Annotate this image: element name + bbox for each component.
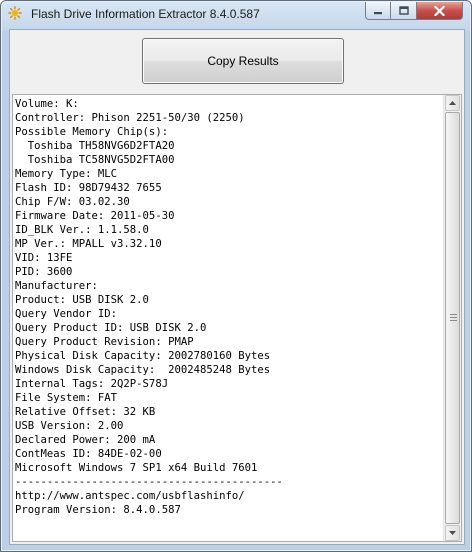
result-line: Query Product ID: USB DISK 2.0	[15, 322, 207, 334]
scroll-up-button[interactable]	[445, 95, 460, 111]
result-line: ContMeas ID: 84DE-02-00	[15, 448, 162, 460]
result-line: File System: FAT	[15, 392, 118, 404]
result-line: MP Ver.: MPALL v3.32.10	[15, 238, 162, 250]
scroll-down-button[interactable]	[445, 525, 460, 541]
app-icon[interactable]	[8, 6, 22, 20]
result-line: http://www.antspec.com/usbflashinfo/	[15, 490, 245, 502]
result-line: Microsoft Windows 7 SP1 x64 Build 7601	[15, 462, 258, 474]
result-line: VID: 13FE	[15, 252, 73, 264]
result-line: Manufacturer:	[15, 280, 98, 292]
title-bar[interactable]: Flash Drive Information Extractor 8.4.0.…	[1, 1, 471, 27]
result-line: Possible Memory Chip(s):	[15, 126, 169, 138]
app-window: Flash Drive Information Extractor 8.4.0.…	[0, 0, 472, 552]
result-line: USB Version: 2.00	[15, 420, 124, 432]
arrow-up-icon	[449, 101, 456, 105]
close-button[interactable]	[417, 2, 463, 20]
client-area: Copy Results Volume: K: Controller: Phiso…	[9, 29, 465, 545]
close-icon	[434, 5, 445, 16]
minimize-icon	[374, 11, 382, 14]
result-line: Firmware Date: 2011-05-30	[15, 210, 175, 222]
result-line: Windows Disk Capacity: 2002485248 Bytes	[15, 364, 271, 376]
copy-results-button[interactable]: Copy Results	[142, 38, 344, 84]
result-line: Declared Power: 200 mA	[15, 434, 156, 446]
thumb-grip-line	[450, 320, 457, 321]
scroll-thumb[interactable]	[445, 112, 460, 524]
result-line: Query Vendor ID:	[15, 308, 118, 320]
result-line: Toshiba TC58NVG5D2FTA00	[15, 154, 175, 166]
result-line: Volume: K:	[15, 98, 79, 110]
results-text[interactable]: Volume: K: Controller: Phison 2251-50/30 …	[15, 97, 443, 541]
maximize-icon	[398, 6, 409, 15]
thumb-grip-line	[450, 314, 457, 315]
results-textbox[interactable]: Volume: K: Controller: Phison 2251-50/30 …	[12, 94, 462, 542]
result-line: Relative Offset: 32 KB	[15, 406, 156, 418]
result-line: Memory Type: MLC	[15, 168, 118, 180]
result-line: Chip F/W: 03.02.30	[15, 196, 130, 208]
result-line: Controller: Phison 2251-50/30 (2250)	[15, 112, 245, 124]
result-line: Query Product Revision: PMAP	[15, 336, 194, 348]
result-line: Physical Disk Capacity: 2002780160 Bytes	[15, 350, 271, 362]
vertical-scrollbar[interactable]	[443, 95, 461, 541]
thumb-grip-line	[450, 317, 457, 318]
result-line: ----------------------------------------…	[15, 476, 283, 488]
minimize-button[interactable]	[365, 2, 391, 20]
result-line: PID: 3600	[15, 266, 73, 278]
result-line: Toshiba TH58NVG6D2FTA20	[15, 140, 175, 152]
result-line: Product: USB DISK 2.0	[15, 294, 149, 306]
result-line: Internal Tags: 2Q2P-S78J	[15, 378, 169, 390]
maximize-button[interactable]	[391, 2, 417, 20]
result-line: Program Version: 8.4.0.587	[15, 504, 181, 516]
result-line: Flash ID: 98D79432 7655	[15, 182, 162, 194]
result-line: ID_BLK Ver.: 1.1.58.0	[15, 224, 149, 236]
arrow-down-icon	[449, 531, 456, 535]
window-title: Flash Drive Information Extractor 8.4.0.…	[31, 7, 260, 21]
